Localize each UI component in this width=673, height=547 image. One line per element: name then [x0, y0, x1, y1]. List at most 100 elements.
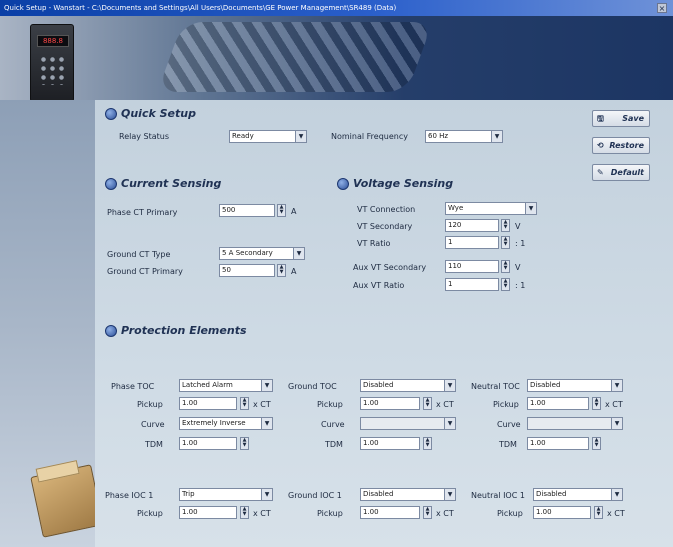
ground-toc-pickup-input[interactable]: 1.00 — [360, 397, 420, 410]
phase-toc-pickup-input[interactable]: 1.00 — [179, 397, 237, 410]
phase-ct-primary-input[interactable]: 500 — [219, 204, 275, 217]
ground-ioc1-pickup-unit: x CT — [436, 509, 454, 518]
ground-ct-primary-label: Ground CT Primary — [107, 267, 183, 276]
aux-vt-ratio-spinner[interactable]: ▲ ▼ — [501, 278, 510, 291]
ground-ioc1-pickup-input[interactable]: 1.00 — [360, 506, 420, 519]
chevron-down-icon[interactable]: ▼ — [611, 380, 622, 391]
phase-ct-primary-spinner[interactable]: ▲ ▼ — [277, 204, 286, 217]
phase-toc-curve-label: Curve — [141, 420, 165, 429]
vt-secondary-spinner[interactable]: ▲ ▼ — [501, 219, 510, 232]
chevron-down-icon[interactable]: ▼ — [525, 203, 536, 214]
aux-vt-ratio-input[interactable]: 1 — [445, 278, 499, 291]
phase-toc-select[interactable]: Latched Alarm ▼ — [179, 379, 273, 392]
phase-ioc1-pickup-input[interactable]: 1.00 — [179, 506, 237, 519]
phase-ct-primary-unit: A — [291, 207, 297, 216]
vt-secondary-label: VT Secondary — [357, 222, 413, 231]
neutral-ioc1-select[interactable]: Disabled ▼ — [533, 488, 623, 501]
neutral-ioc1-pickup-label: Pickup — [497, 509, 523, 518]
chevron-down-icon[interactable]: ▼ — [444, 418, 455, 429]
aux-vt-secondary-input[interactable]: 110 — [445, 260, 499, 273]
vt-ratio-spinner[interactable]: ▲ ▼ — [501, 236, 510, 249]
ground-ioc1-label: Ground IOC 1 — [288, 491, 342, 500]
chevron-down-icon[interactable]: ▼ — [261, 489, 272, 500]
section-title: Voltage Sensing — [353, 177, 454, 190]
aux-vt-secondary-spinner[interactable]: ▲ ▼ — [501, 260, 510, 273]
ground-ioc1-pickup-spinner[interactable]: ▲ ▼ — [423, 506, 432, 519]
ground-ct-type-select[interactable]: 5 A Secondary ▼ — [219, 247, 305, 260]
ground-toc-pickup-label: Pickup — [317, 400, 343, 409]
ground-toc-tdm-spinner[interactable]: ▲ ▼ — [423, 437, 432, 450]
neutral-toc-curve-label: Curve — [497, 420, 521, 429]
phase-ioc1-select[interactable]: Trip ▼ — [179, 488, 273, 501]
phase-ioc1-pickup-spinner[interactable]: ▲ ▼ — [240, 506, 249, 519]
vt-ratio-unit: : 1 — [515, 239, 526, 248]
aux-vt-secondary-unit: V — [515, 263, 521, 272]
chevron-down-icon[interactable]: ▼ — [611, 489, 622, 500]
neutral-ioc1-pickup-spinner[interactable]: ▲ ▼ — [594, 506, 603, 519]
neutral-ioc1-label: Neutral IOC 1 — [471, 491, 525, 500]
nominal-frequency-select[interactable]: 60 Hz ▼ — [425, 130, 503, 143]
section-current-sensing: Current Sensing — [105, 177, 221, 190]
vt-ratio-input[interactable]: 1 — [445, 236, 499, 249]
neutral-toc-tdm-spinner[interactable]: ▲ ▼ — [592, 437, 601, 450]
aux-vt-secondary-label: Aux VT Secondary — [353, 263, 427, 272]
window-title: Quick Setup - Wanstart - C:\Documents an… — [4, 4, 397, 12]
neutral-toc-tdm-label: TDM — [499, 440, 517, 449]
save-button[interactable]: 🖫 Save — [592, 110, 650, 127]
vt-connection-label: VT Connection — [357, 205, 416, 214]
phase-ioc1-pickup-unit: x CT — [253, 509, 271, 518]
section-title: Current Sensing — [121, 177, 222, 190]
neutral-toc-pickup-spinner[interactable]: ▲ ▼ — [592, 397, 601, 410]
ground-ct-primary-input[interactable]: 50 — [219, 264, 275, 277]
neutral-ioc1-pickup-input[interactable]: 1.00 — [533, 506, 591, 519]
chevron-down-icon[interactable]: ▼ — [444, 489, 455, 500]
relay-device-image: 888.8 — [30, 24, 74, 100]
aux-vt-ratio-label: Aux VT Ratio — [353, 281, 405, 290]
chevron-down-icon[interactable]: ▼ — [491, 131, 502, 142]
ground-toc-tdm-input[interactable]: 1.00 — [360, 437, 420, 450]
save-icon: 🖫 — [597, 114, 604, 123]
ground-ioc1-select[interactable]: Disabled ▼ — [360, 488, 456, 501]
ground-ct-primary-spinner[interactable]: ▲ ▼ — [277, 264, 286, 277]
restore-button[interactable]: ⟲ Restore — [592, 137, 650, 154]
ground-toc-pickup-spinner[interactable]: ▲ ▼ — [423, 397, 432, 410]
header-banner: 888.8 — [0, 16, 673, 100]
phase-toc-pickup-unit: x CT — [253, 400, 271, 409]
neutral-toc-label: Neutral TOC — [471, 382, 520, 391]
default-button[interactable]: ✎ Default — [592, 164, 650, 181]
close-icon[interactable]: × — [657, 3, 667, 13]
ground-ct-type-label: Ground CT Type — [107, 250, 171, 259]
vt-secondary-input[interactable]: 120 — [445, 219, 499, 232]
section-title: Protection Elements — [121, 324, 247, 337]
vt-ratio-label: VT Ratio — [357, 239, 391, 248]
chevron-down-icon[interactable]: ▼ — [293, 248, 304, 259]
chevron-down-icon[interactable]: ▼ — [611, 418, 622, 429]
chevron-down-icon[interactable]: ▼ — [261, 380, 272, 391]
chevron-down-icon[interactable]: ▼ — [261, 418, 272, 429]
phase-toc-tdm-input[interactable]: 1.00 — [179, 437, 237, 450]
relay-status-select[interactable]: Ready ▼ — [229, 130, 307, 143]
window-title-bar: Quick Setup - Wanstart - C:\Documents an… — [0, 0, 673, 16]
phase-toc-tdm-spinner[interactable]: ▲ ▼ — [240, 437, 249, 450]
nominal-frequency-label: Nominal Frequency — [331, 132, 408, 141]
ground-toc-label: Ground TOC — [288, 382, 337, 391]
chevron-down-icon[interactable]: ▼ — [444, 380, 455, 391]
vt-connection-select[interactable]: Wye ▼ — [445, 202, 537, 215]
ground-toc-curve-label: Curve — [321, 420, 345, 429]
neutral-toc-tdm-input[interactable]: 1.00 — [527, 437, 589, 450]
default-icon: ✎ — [597, 168, 604, 177]
device-display: 888.8 — [37, 35, 69, 47]
phase-toc-curve-select[interactable]: Extremely Inverse ▼ — [179, 417, 273, 430]
neutral-toc-pickup-input[interactable]: 1.00 — [527, 397, 589, 410]
ground-toc-select[interactable]: Disabled ▼ — [360, 379, 456, 392]
phase-toc-label: Phase TOC — [111, 382, 155, 391]
chevron-down-icon[interactable]: ▼ — [295, 131, 306, 142]
neutral-toc-curve-select[interactable]: ▼ — [527, 417, 623, 430]
phase-ct-primary-label: Phase CT Primary — [107, 208, 178, 217]
section-bullet-icon — [105, 177, 117, 190]
ground-toc-curve-select[interactable]: ▼ — [360, 417, 456, 430]
phase-toc-pickup-spinner[interactable]: ▲ ▼ — [240, 397, 249, 410]
neutral-toc-select[interactable]: Disabled ▼ — [527, 379, 623, 392]
section-protection-elements: Protection Elements — [105, 324, 247, 337]
settings-panel: Quick Setup Relay Status Ready ▼ Nominal… — [95, 100, 673, 547]
